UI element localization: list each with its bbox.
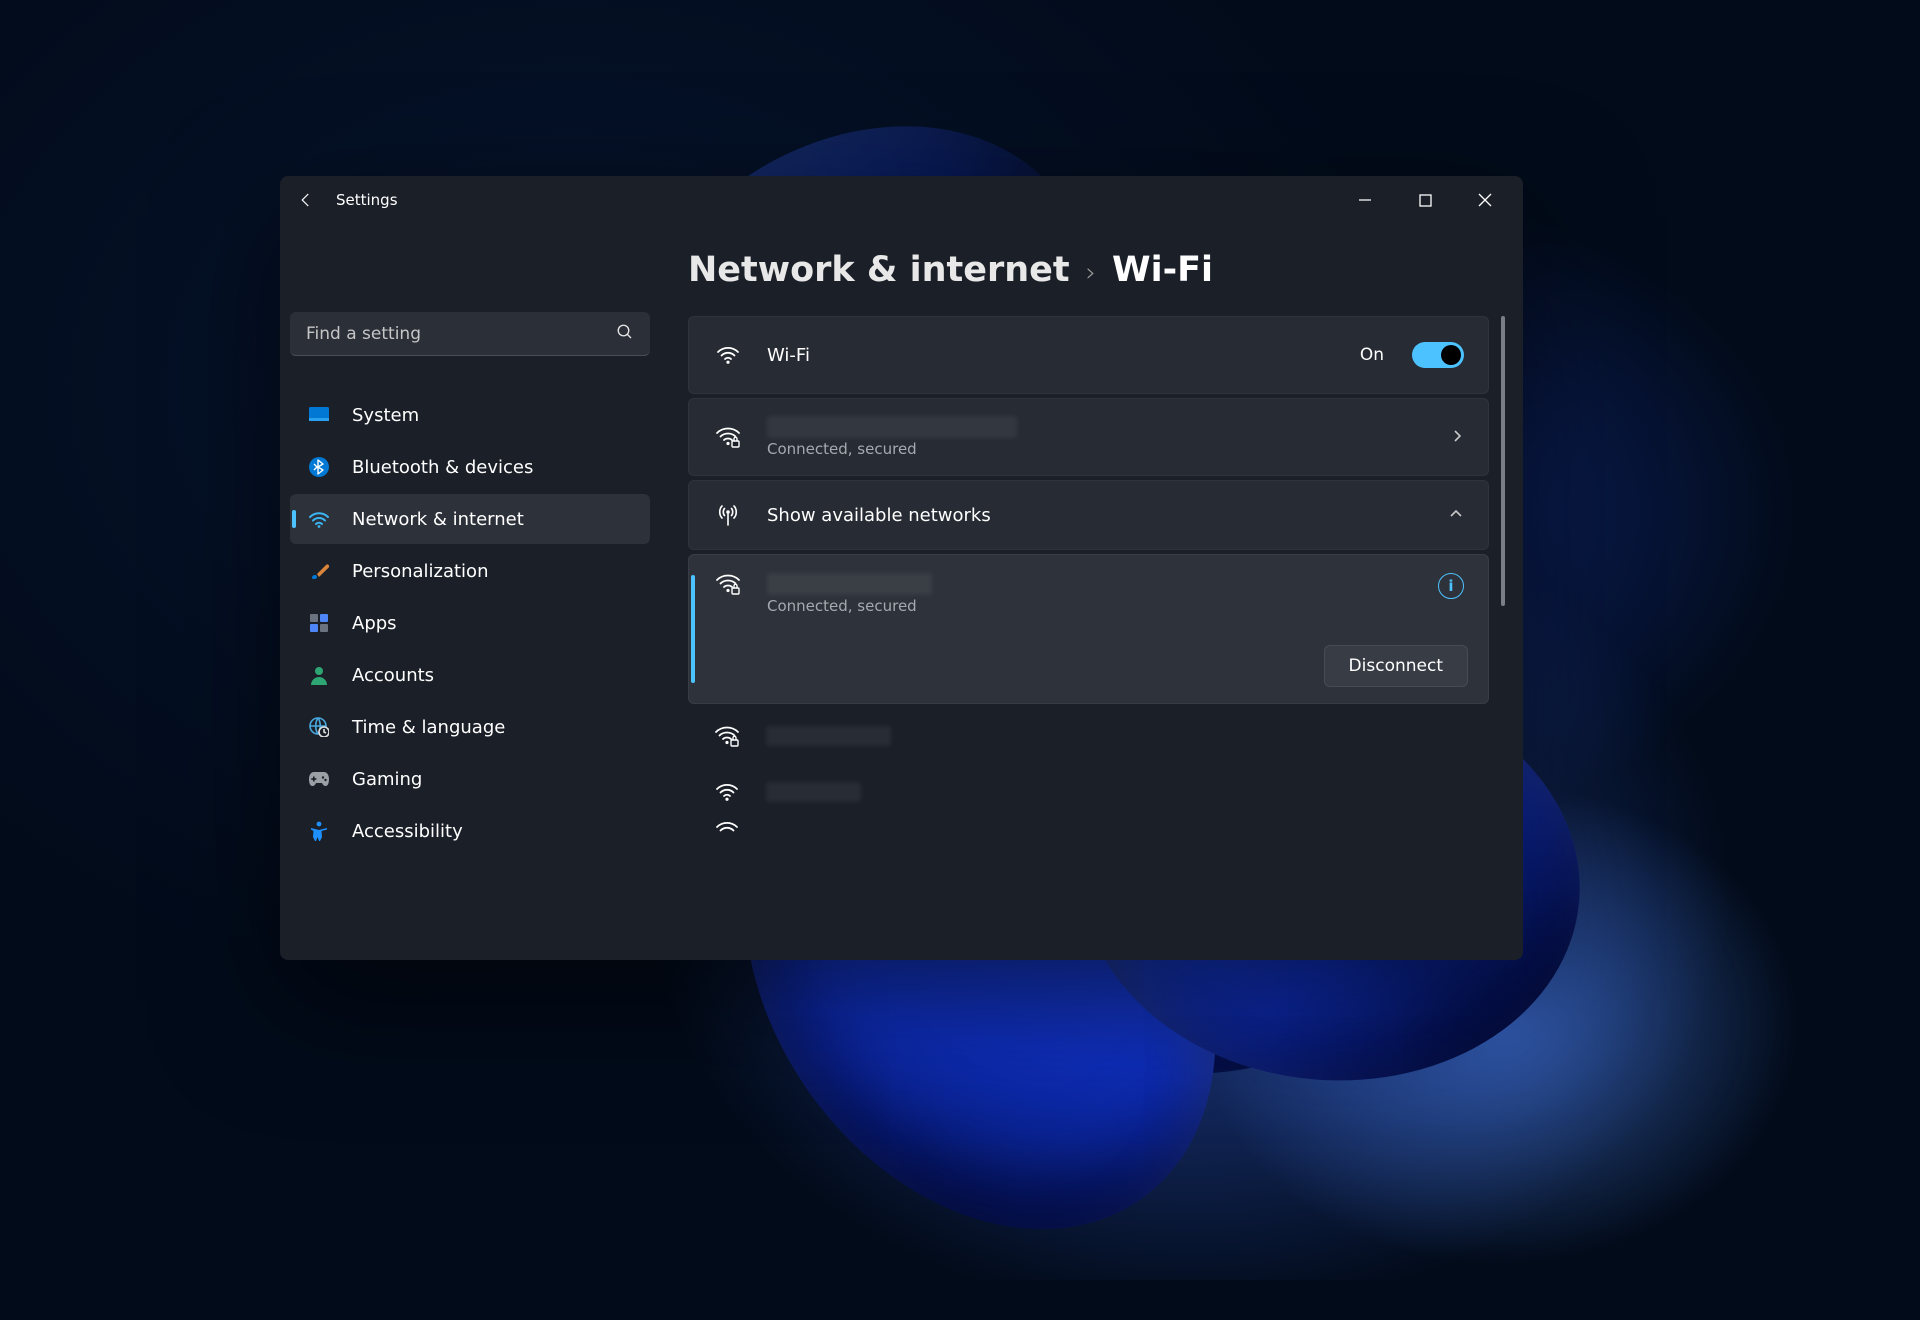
network-item[interactable]	[688, 708, 1489, 764]
sidebar-item-label: Time & language	[352, 717, 505, 738]
sidebar-item-accessibility[interactable]: Accessibility	[290, 806, 650, 856]
sidebar-item-bluetooth[interactable]: Bluetooth & devices	[290, 442, 650, 492]
network-item-expanded[interactable]: Connected, secured i Disconnect	[688, 554, 1489, 704]
wifi-secure-icon	[713, 426, 743, 448]
close-button[interactable]	[1455, 180, 1515, 220]
sidebar-item-label: Bluetooth & devices	[352, 457, 533, 478]
search-icon	[616, 323, 634, 345]
available-networks-label: Show available networks	[767, 505, 1424, 526]
current-network-card[interactable]: Connected, secured	[688, 398, 1489, 476]
wifi-state-text: On	[1360, 345, 1384, 365]
sidebar-item-label: Accessibility	[352, 821, 463, 842]
sidebar: System Bluetooth & devices Network & int…	[280, 224, 660, 960]
sidebar-item-apps[interactable]: Apps	[290, 598, 650, 648]
available-networks-toggle[interactable]: Show available networks	[688, 480, 1489, 550]
window-title: Settings	[336, 191, 398, 209]
network-item[interactable]	[688, 764, 1489, 820]
sidebar-item-label: Gaming	[352, 769, 422, 790]
sidebar-item-gaming[interactable]: Gaming	[290, 754, 650, 804]
apps-icon	[308, 612, 330, 634]
network-name-redacted	[767, 416, 1017, 438]
maximize-button[interactable]	[1395, 180, 1455, 220]
nav-list: System Bluetooth & devices Network & int…	[290, 390, 650, 856]
breadcrumb: Network & internet › Wi-Fi	[688, 250, 1507, 290]
antenna-icon	[713, 503, 743, 527]
sidebar-item-system[interactable]: System	[290, 390, 650, 440]
chevron-right-icon	[1450, 428, 1464, 447]
system-icon	[308, 404, 330, 426]
bluetooth-icon	[308, 456, 330, 478]
wifi-icon	[713, 345, 743, 365]
scrollbar[interactable]	[1501, 316, 1505, 606]
network-status: Connected, secured	[767, 440, 1426, 458]
gaming-icon	[308, 768, 330, 790]
sidebar-item-personalization[interactable]: Personalization	[290, 546, 650, 596]
sidebar-item-label: Network & internet	[352, 509, 524, 530]
minimize-button[interactable]	[1335, 180, 1395, 220]
wifi-icon	[712, 820, 742, 840]
accessibility-icon	[308, 820, 330, 842]
network-item[interactable]	[688, 820, 1489, 842]
chevron-up-icon	[1448, 506, 1464, 525]
back-button[interactable]	[288, 182, 324, 218]
sidebar-item-time[interactable]: Time & language	[290, 702, 650, 752]
network-name-redacted	[766, 726, 891, 746]
wifi-toggle[interactable]	[1412, 342, 1464, 368]
wifi-icon	[712, 782, 742, 802]
main-content: Network & internet › Wi-Fi Wi-Fi On	[660, 224, 1523, 960]
sidebar-item-label: Apps	[352, 613, 397, 634]
sidebar-item-accounts[interactable]: Accounts	[290, 650, 650, 700]
accounts-icon	[308, 664, 330, 686]
breadcrumb-parent[interactable]: Network & internet	[688, 250, 1070, 290]
sidebar-item-label: System	[352, 405, 419, 426]
info-icon[interactable]: i	[1438, 573, 1464, 599]
globe-clock-icon	[308, 716, 330, 738]
settings-window: Settings	[280, 176, 1523, 960]
breadcrumb-leaf: Wi-Fi	[1112, 250, 1213, 290]
search-field[interactable]	[290, 312, 650, 356]
disconnect-button[interactable]: Disconnect	[1324, 645, 1468, 687]
titlebar: Settings	[280, 176, 1523, 224]
wifi-toggle-label: Wi-Fi	[767, 345, 1336, 366]
wifi-toggle-card[interactable]: Wi-Fi On	[688, 316, 1489, 394]
wifi-icon	[308, 508, 330, 530]
sidebar-item-label: Personalization	[352, 561, 488, 582]
sidebar-item-label: Accounts	[352, 665, 434, 686]
wifi-secure-icon	[713, 573, 743, 615]
network-status: Connected, secured	[767, 597, 1414, 615]
network-name-redacted	[767, 573, 932, 595]
paintbrush-icon	[308, 560, 330, 582]
sidebar-item-network[interactable]: Network & internet	[290, 494, 650, 544]
wifi-secure-icon	[712, 725, 742, 747]
chevron-right-icon: ›	[1086, 258, 1096, 288]
network-name-redacted	[766, 782, 861, 802]
search-input[interactable]	[306, 324, 616, 344]
